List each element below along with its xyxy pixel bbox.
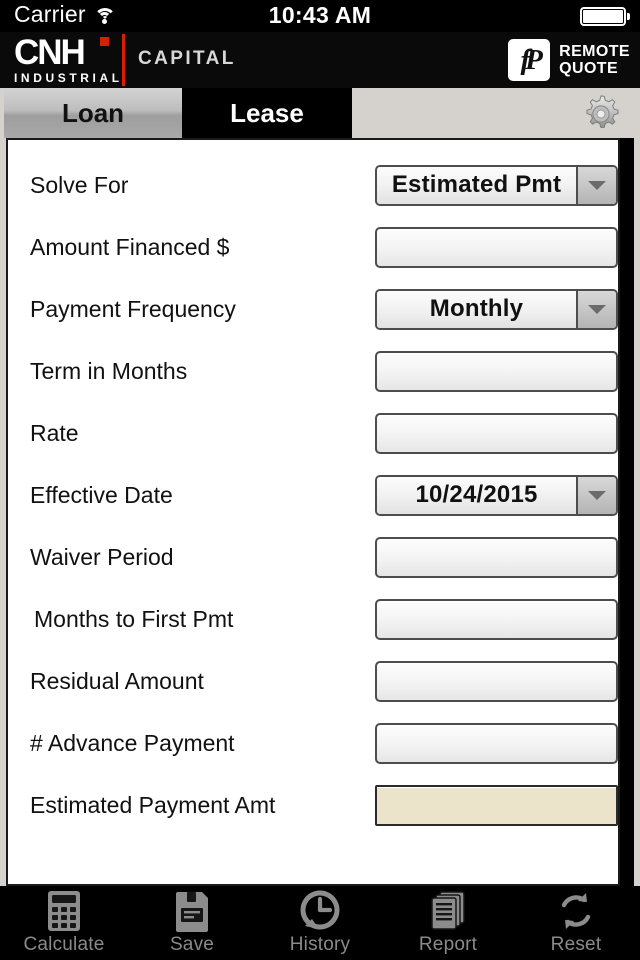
form-row: Term in Months	[8, 340, 618, 402]
brand-bar: CNH INDUSTRIAL CAPITAL fP REMOTE QUOTE	[0, 32, 640, 88]
form-panel: Solve For Estimated Pmt Amount Financed $ P…	[6, 138, 620, 886]
field-label: Months to First Pmt	[34, 605, 234, 632]
field-control	[375, 536, 618, 578]
form-row: Months to First Pmt	[8, 588, 618, 650]
input-months-to-first-pmt[interactable]	[375, 598, 618, 640]
toolbar-label: Reset	[550, 934, 602, 955]
chevron-down-icon[interactable]	[578, 290, 616, 328]
refresh-icon	[554, 890, 598, 932]
field-label: Term in Months	[30, 357, 188, 384]
dropdown-value: 10/24/2015	[377, 476, 578, 514]
form-row: Solve For Estimated Pmt	[8, 154, 618, 216]
brand-divider	[122, 34, 125, 86]
remote-quote-title: REMOTE QUOTE	[559, 43, 630, 77]
remote-quote-logo-icon: fP	[508, 39, 551, 81]
chevron-down-icon[interactable]	[578, 476, 616, 514]
calculator-icon	[42, 890, 86, 932]
floppy-disk-icon	[170, 890, 214, 932]
field-control	[375, 412, 618, 454]
field-control	[375, 226, 618, 268]
form-row: Estimated Payment Amt	[8, 774, 618, 836]
chevron-down-icon[interactable]	[578, 166, 616, 204]
panel-right-strip	[634, 138, 640, 886]
tab-loan[interactable]: Loan	[4, 88, 182, 138]
clock-history-icon	[298, 890, 342, 932]
toolbar-button-save[interactable]: Save	[128, 886, 256, 960]
field-control: Monthly	[375, 288, 618, 330]
form-row: Waiver Period	[8, 526, 618, 588]
dropdown-effective-date[interactable]: 10/24/2015	[375, 474, 618, 516]
field-label: Rate	[30, 419, 79, 446]
field-label: Estimated Payment Amt	[30, 791, 276, 818]
input-amount-financed[interactable]	[375, 226, 618, 268]
cnh-logo-red-dot	[100, 37, 109, 46]
toolbar-button-reset[interactable]: Reset	[512, 886, 640, 960]
battery-full-icon	[580, 7, 630, 26]
field-label: Waiver Period	[30, 543, 174, 570]
form-row: Payment Frequency Monthly	[8, 278, 618, 340]
input-advance-payment[interactable]	[375, 722, 618, 764]
toolbar-label: Calculate	[23, 934, 105, 955]
bottom-toolbar: Calculate Save History Report Reset	[0, 886, 640, 960]
field-control	[375, 660, 618, 702]
field-label: Solve For	[30, 171, 129, 198]
form-row: Amount Financed $	[8, 216, 618, 278]
dropdown-value: Estimated Pmt	[377, 166, 578, 204]
tab-bar: Loan Lease	[0, 88, 640, 138]
status-bar-clock: 10:43 AM	[268, 2, 372, 28]
remote-quote-line2: QUOTE	[559, 60, 619, 77]
tab-lease[interactable]: Lease	[182, 88, 352, 138]
field-label: Effective Date	[30, 481, 173, 508]
field-control	[375, 784, 618, 826]
capital-label: CAPITAL	[138, 48, 236, 69]
form-row: Rate	[8, 402, 618, 464]
field-label: Payment Frequency	[30, 295, 236, 322]
form-row: Effective Date 10/24/2015	[8, 464, 618, 526]
dropdown-value: Monthly	[377, 290, 578, 328]
app-root: Carrier 10:43 AM CNH INDUSTRIAL CAPITAL …	[0, 0, 640, 960]
input-waiver-period[interactable]	[375, 536, 618, 578]
remote-quote-line1: REMOTE	[559, 43, 630, 60]
gear-icon[interactable]	[580, 93, 622, 135]
field-label: # Advance Payment	[30, 729, 235, 756]
toolbar-label: History	[289, 934, 351, 955]
result-field-estimated-payment-amt	[375, 784, 618, 826]
remote-quote-glyph: fP	[520, 43, 542, 76]
input-rate[interactable]	[375, 412, 618, 454]
toolbar-button-calculate[interactable]: Calculate	[0, 886, 128, 960]
input-residual-amount[interactable]	[375, 660, 618, 702]
toolbar-button-report[interactable]: Report	[384, 886, 512, 960]
remote-quote-brand: fP REMOTE QUOTE	[508, 39, 630, 81]
form-row: # Advance Payment	[8, 712, 618, 774]
input-term-in-months[interactable]	[375, 350, 618, 392]
field-control: Estimated Pmt	[375, 164, 618, 206]
field-control: 10/24/2015	[375, 474, 618, 516]
field-control	[375, 722, 618, 764]
field-control	[375, 598, 618, 640]
toolbar-label: Save	[169, 934, 215, 955]
field-control	[375, 350, 618, 392]
field-label: Amount Financed $	[30, 233, 230, 260]
form-rows: Solve For Estimated Pmt Amount Financed $ P…	[8, 154, 618, 836]
toolbar-button-history[interactable]: History	[256, 886, 384, 960]
field-label: Residual Amount	[30, 667, 204, 694]
documents-icon	[426, 890, 470, 932]
status-bar: Carrier 10:43 AM	[0, 0, 640, 32]
dropdown-payment-frequency[interactable]: Monthly	[375, 288, 618, 330]
form-row: Residual Amount	[8, 650, 618, 712]
toolbar-label: Report	[418, 934, 478, 955]
dropdown-solve-for[interactable]: Estimated Pmt	[375, 164, 618, 206]
